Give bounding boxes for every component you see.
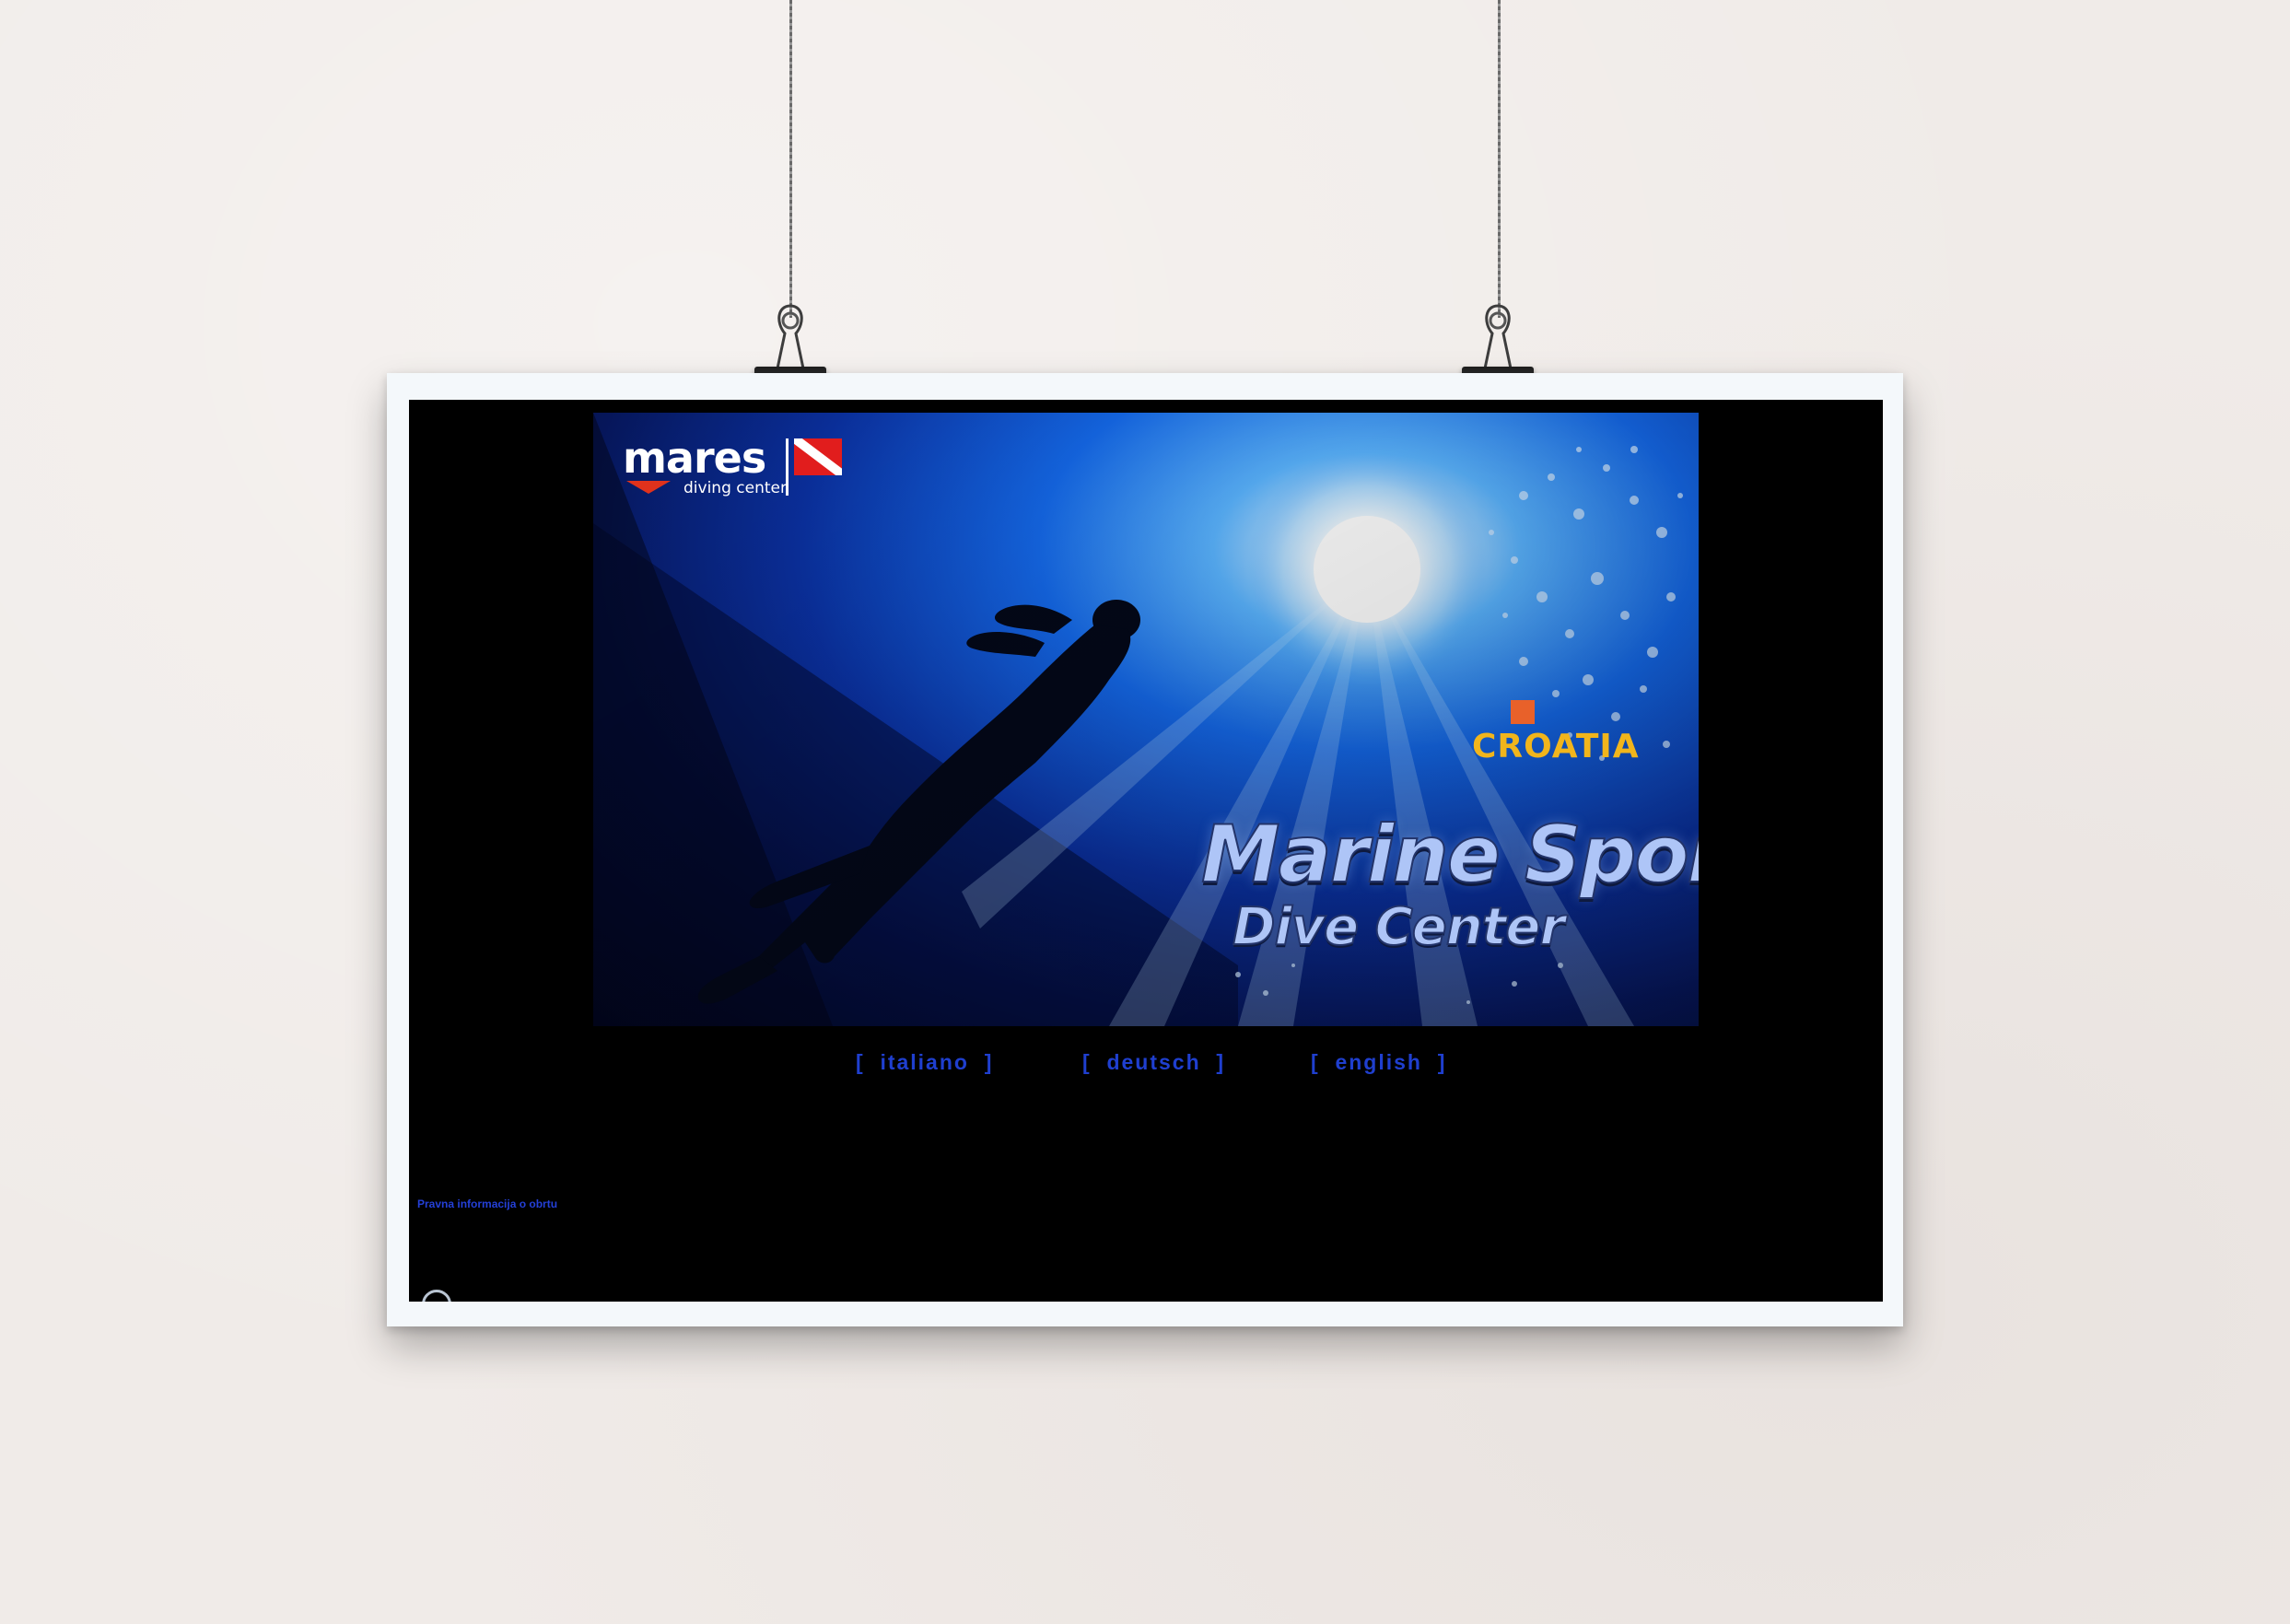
hanging-string-left [789,0,792,318]
croatia-logo: CROATIA [1472,700,1640,765]
hero-title: Marine Sport [1200,808,1699,902]
hero-banner: mares diving center CROATIA Marine Sport… [593,413,1699,1026]
website-screen: mares diving center CROATIA Marine Sport… [409,400,1883,1302]
lang-link-deutsch[interactable]: [ deutsch ] [1082,1050,1225,1075]
legal-info-link[interactable]: Pravna informacija o obrtu [417,1198,557,1210]
clip-wire-icon [776,304,805,368]
croatia-logo-text: CROATIA [1472,728,1640,765]
poster-frame: mares diving center CROATIA Marine Sport… [387,373,1903,1326]
lang-link-english[interactable]: [ english ] [1311,1050,1446,1075]
brand-separator [786,438,789,496]
brand-arrow-icon [626,481,671,494]
croatia-square-icon [1511,700,1535,724]
corner-circle-icon [422,1290,451,1302]
brand-name: mares [623,433,766,483]
brand-subtitle: diving center [683,479,787,497]
clip-wire-icon [1483,304,1513,368]
hero-subtitle: Dive Center [1232,896,1566,958]
dive-flag-icon [794,438,842,475]
mares-logo[interactable]: mares diving center [623,433,844,501]
language-nav: [ italiano ] [ deutsch ] [ english ] [409,1050,1883,1087]
hanging-string-right [1498,0,1501,318]
lang-link-italiano[interactable]: [ italiano ] [856,1050,993,1075]
